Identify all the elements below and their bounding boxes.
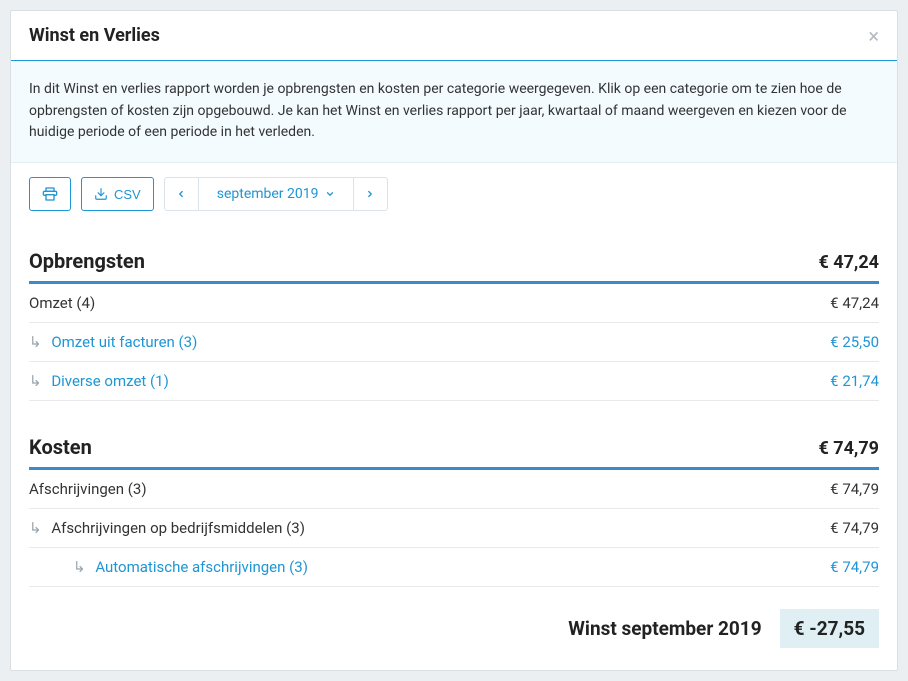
row-label: Omzet (4) (29, 294, 95, 312)
cost-heading: Kosten (29, 435, 92, 459)
result-amount: € -27,55 (780, 609, 879, 648)
income-header: Opbrengsten € 47,24 (29, 243, 879, 284)
section-gap (11, 401, 897, 429)
subrow-arrow-icon: ↳ (29, 372, 42, 390)
csv-label: CSV (114, 187, 141, 202)
row-amount: € 47,24 (830, 294, 879, 312)
period-selector: september 2019 (164, 177, 388, 211)
download-icon (94, 187, 108, 201)
close-icon[interactable]: × (868, 26, 879, 46)
cost-header: Kosten € 74,79 (29, 429, 879, 470)
cost-total: € 74,79 (818, 438, 879, 459)
cost-section: Kosten € 74,79 Afschrijvingen (3) € 74,7… (11, 429, 897, 587)
row-amount: € 25,50 (830, 333, 879, 351)
period-label-text: september 2019 (217, 186, 319, 202)
chevron-down-icon (325, 189, 335, 199)
row-label: Afschrijvingen (3) (29, 480, 147, 498)
row-label: ↳ Automatische afschrijvingen (3) (29, 558, 308, 576)
export-csv-button[interactable]: CSV (81, 177, 154, 211)
subrow-arrow-icon: ↳ (29, 333, 42, 351)
row-amount: € 74,79 (830, 519, 879, 537)
intro-banner: In dit Winst en verlies rapport worden j… (11, 61, 897, 163)
row-label: ↳ Afschrijvingen op bedrijfsmiddelen (3) (29, 519, 305, 537)
table-row[interactable]: Omzet (4) € 47,24 (29, 284, 879, 323)
result-bar: Winst september 2019 € -27,55 (11, 587, 897, 670)
income-heading: Opbrengsten (29, 249, 145, 273)
chevron-left-icon (176, 189, 186, 199)
row-amount: € 74,79 (830, 480, 879, 498)
chevron-right-icon (365, 189, 375, 199)
table-row[interactable]: ↳ Omzet uit facturen (3) € 25,50 (29, 323, 879, 362)
period-prev-button[interactable] (165, 178, 199, 210)
table-row[interactable]: ↳ Diverse omzet (1) € 21,74 (29, 362, 879, 401)
print-button[interactable] (29, 177, 71, 211)
row-amount: € 74,79 (830, 558, 879, 576)
row-label: ↳ Diverse omzet (1) (29, 372, 169, 390)
period-dropdown[interactable]: september 2019 (199, 178, 353, 210)
intro-text: In dit Winst en verlies rapport worden j… (29, 81, 847, 140)
panel-title: Winst en Verlies (29, 25, 160, 46)
period-next-button[interactable] (353, 178, 387, 210)
table-row[interactable]: Afschrijvingen (3) € 74,79 (29, 470, 879, 509)
result-label: Winst september 2019 (568, 617, 761, 640)
row-amount: € 21,74 (830, 372, 879, 390)
table-row[interactable]: ↳ Automatische afschrijvingen (3) € 74,7… (29, 548, 879, 587)
row-label: ↳ Omzet uit facturen (3) (29, 333, 197, 351)
subrow-arrow-icon: ↳ (29, 519, 42, 537)
income-total: € 47,24 (818, 252, 879, 273)
subrow-arrow-icon: ↳ (73, 558, 86, 576)
table-row[interactable]: ↳ Afschrijvingen op bedrijfsmiddelen (3)… (29, 509, 879, 548)
income-section: Opbrengsten € 47,24 Omzet (4) € 47,24 ↳ … (11, 243, 897, 401)
profit-loss-panel: Winst en Verlies × In dit Winst en verli… (10, 10, 898, 671)
panel-header: Winst en Verlies × (11, 11, 897, 61)
print-icon (42, 186, 58, 202)
toolbar: CSV september 2019 (11, 163, 897, 243)
